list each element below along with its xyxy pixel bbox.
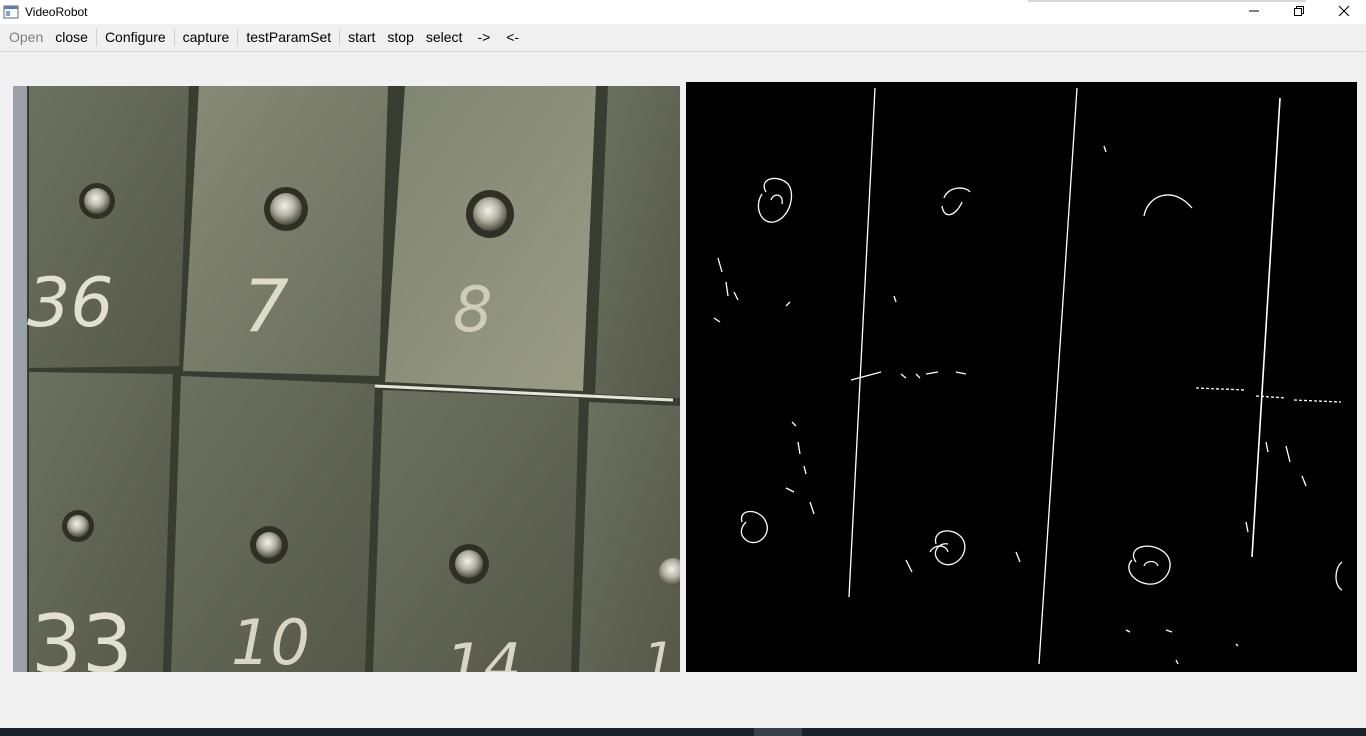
- maximize-button[interactable]: [1276, 0, 1321, 22]
- close-icon: [1338, 5, 1349, 17]
- start-button[interactable]: start: [342, 24, 381, 51]
- edge-image: [713, 87, 1343, 665]
- toolbar-separator: [173, 29, 175, 46]
- toolbar-separator: [95, 29, 97, 46]
- chalk-number: 8: [453, 273, 492, 346]
- configure-button[interactable]: Configure: [99, 24, 172, 51]
- capture-button[interactable]: capture: [177, 24, 236, 51]
- open-button[interactable]: Open: [3, 24, 49, 51]
- title-bar: VideoRobot: [0, 0, 1366, 24]
- select-button[interactable]: select: [420, 24, 469, 51]
- chalk-number: 10: [231, 606, 310, 672]
- stop-button[interactable]: stop: [381, 24, 419, 51]
- close-window-button[interactable]: [1321, 0, 1366, 22]
- camera-image: 36 7 8 33 10 14 1: [13, 86, 680, 672]
- chalk-number: 1: [643, 632, 675, 672]
- close-button[interactable]: close: [49, 24, 94, 51]
- toolbar-separator: [339, 29, 341, 46]
- taskbar: [0, 728, 1366, 736]
- restore-icon: [1293, 6, 1304, 16]
- chalk-number: 7: [243, 264, 289, 348]
- previous-button[interactable]: <-: [499, 24, 526, 51]
- toolbar: Open close Configure capture testParamSe…: [0, 24, 1366, 52]
- next-button[interactable]: ->: [468, 24, 499, 51]
- toolbar-separator: [237, 29, 239, 46]
- app-window-icon: [3, 5, 19, 19]
- window-title: VideoRobot: [25, 5, 88, 19]
- test-param-set-button[interactable]: testParamSet: [240, 24, 337, 51]
- edge-image-view[interactable]: [686, 82, 1357, 672]
- camera-image-view[interactable]: 36 7 8 33 10 14 1: [13, 86, 680, 672]
- minimize-icon: [1248, 10, 1259, 12]
- minimize-button[interactable]: [1231, 0, 1276, 22]
- chalk-number: 36: [27, 264, 114, 343]
- chalk-number: 14: [445, 631, 521, 672]
- chalk-number: 33: [31, 598, 133, 672]
- window-controls: [1231, 0, 1366, 24]
- taskbar-active-app[interactable]: [754, 728, 802, 736]
